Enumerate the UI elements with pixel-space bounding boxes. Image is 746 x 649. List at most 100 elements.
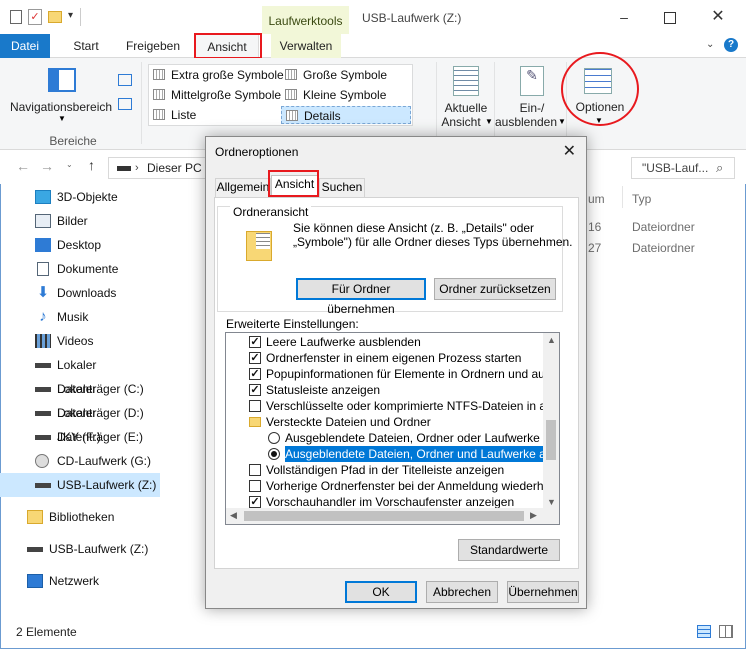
search-input[interactable]: "USB-Lauf... ⌕ [631, 157, 735, 179]
horizontal-scrollbar[interactable]: ◀ ▶ [226, 508, 559, 524]
sidebar-item-usb-drive[interactable]: USB-Laufwerk (Z:) [0, 473, 160, 497]
sidebar-item-drive-e[interactable]: Lokaler Datenträger (E:) [0, 401, 160, 444]
column-header-date[interactable]: um [588, 192, 605, 206]
scroll-right-icon[interactable]: ▶ [530, 510, 537, 521]
tab-file[interactable]: Datei [0, 34, 50, 58]
sidebar-item-music[interactable]: ♪ Musik [0, 305, 160, 329]
sidebar-item-drive-d[interactable]: Lokaler Datenträger (D:) [0, 377, 160, 420]
apply-to-folders-button[interactable]: Für Ordner übernehmen [296, 278, 426, 316]
customize-quick-access-icon[interactable]: ▾ [68, 10, 73, 21]
tab-general[interactable]: Allgemein [215, 178, 271, 197]
show-hide-icon[interactable]: ✎ [520, 66, 544, 96]
sidebar-item-drive-f[interactable]: JKY (F:) [0, 425, 160, 449]
current-view-icon[interactable] [453, 66, 479, 96]
cancel-button[interactable]: Abbrechen [426, 581, 498, 603]
vertical-scrollbar[interactable]: ▲ ▼ [543, 333, 559, 509]
list-item[interactable]: Verschlüsselte oder komprimierte NTFS-Da… [226, 398, 546, 414]
radio-button[interactable] [268, 432, 280, 444]
row-type-1: Dateiordner [632, 220, 695, 234]
checkbox[interactable]: ✓ [249, 336, 261, 348]
list-item[interactable]: Vollständigen Pfad in der Titelleiste an… [226, 462, 546, 478]
restore-defaults-button[interactable]: Standardwerte [458, 539, 560, 561]
sidebar-item-cd-drive[interactable]: CD-Laufwerk (G:) [0, 449, 160, 473]
list-item[interactable]: Vorherige Ordnerfenster bei der Anmeldun… [226, 478, 546, 494]
sidebar-item-downloads[interactable]: ⬇ Downloads [0, 281, 160, 305]
sidebar-item-videos[interactable]: Videos [0, 329, 160, 353]
checkbox[interactable] [249, 400, 261, 412]
layout-extra-large-icons[interactable]: Extra große Symbole [153, 66, 284, 84]
scroll-left-icon[interactable]: ◀ [230, 510, 237, 521]
scroll-up-icon[interactable]: ▲ [547, 335, 556, 345]
current-view-label-2: Ansicht [441, 115, 481, 129]
context-tab-drive-tools: Laufwerktools [262, 6, 349, 34]
quick-access-icon[interactable] [10, 10, 22, 24]
address-bar[interactable]: › Dieser PC [108, 157, 208, 179]
navigation-pane-button[interactable]: Navigationsbereich [8, 100, 114, 114]
checkbox[interactable] [249, 464, 261, 476]
apply-button[interactable]: Übernehmen [507, 581, 579, 603]
navigation-pane-icon[interactable] [48, 68, 76, 92]
show-hide-button[interactable]: Ein-/ [504, 101, 560, 115]
sidebar-item-desktop[interactable]: Desktop [0, 233, 160, 257]
tab-home[interactable]: Start [63, 34, 109, 58]
advanced-settings-list[interactable]: ✓ Leere Laufwerke ausblenden ✓ Ordnerfenst… [225, 332, 560, 525]
checkbox[interactable]: ✓ [249, 368, 261, 380]
new-folder-icon[interactable] [48, 11, 62, 23]
expand-ribbon-icon[interactable]: ⌄ [706, 39, 714, 50]
back-icon[interactable]: ← [16, 158, 30, 174]
sidebar-item-network[interactable]: Netzwerk [0, 569, 160, 593]
checkbox[interactable]: ✓ [249, 384, 261, 396]
drive-icon [35, 435, 51, 440]
details-view-icon[interactable] [697, 625, 711, 638]
scroll-thumb[interactable] [546, 420, 556, 460]
current-view-button[interactable]: Aktuelle [438, 101, 494, 115]
layout-small-icons[interactable]: Kleine Symbole [285, 86, 386, 104]
reset-folders-button[interactable]: Ordner zurücksetzen [434, 278, 556, 300]
row-date-2: 27 [588, 241, 602, 255]
layout-list[interactable]: Liste [153, 106, 196, 124]
recent-locations-icon[interactable]: ⌄ [66, 160, 73, 169]
checkbox[interactable] [249, 480, 261, 492]
minimize-icon[interactable]: – [616, 10, 632, 26]
scroll-thumb[interactable] [244, 511, 524, 521]
sidebar-item-libraries[interactable]: Bibliotheken [0, 505, 160, 529]
close-icon[interactable]: ✕ [710, 9, 726, 26]
list-item[interactable]: Ausgeblendete Dateien, Ordner oder Laufw… [226, 430, 546, 446]
properties-icon[interactable]: ✓ [28, 9, 42, 25]
ok-button[interactable]: OK [345, 581, 417, 603]
tab-manage[interactable]: Verwalten [271, 34, 341, 58]
sidebar-item-drive-c[interactable]: Lokaler Datenträger (C:) [0, 353, 160, 396]
preview-pane-icon[interactable] [118, 74, 132, 86]
details-pane-icon[interactable] [118, 98, 132, 110]
up-icon[interactable]: ↑ [88, 157, 95, 173]
drive-icon [35, 411, 51, 416]
sidebar-item-usb[interactable]: USB-Laufwerk (Z:) [0, 537, 160, 561]
list-item[interactable]: ✓ Leere Laufwerke ausblenden [226, 334, 546, 350]
help-icon[interactable]: ? [724, 38, 738, 52]
tab-share[interactable]: Freigeben [119, 34, 187, 58]
list-item[interactable]: ✓ Statusleiste anzeigen [226, 382, 546, 398]
radio-button[interactable] [268, 448, 280, 460]
layout-details[interactable]: Details [281, 106, 411, 124]
layout-large-icons[interactable]: Große Symbole [285, 66, 387, 84]
tab-search[interactable]: Suchen [319, 178, 365, 197]
large-icons-view-icon[interactable] [719, 625, 733, 638]
list-item[interactable]: ✓ Popupinformationen für Elemente in Ordn… [226, 366, 546, 382]
list-item-selected[interactable]: Ausgeblendete Dateien, Ordner und Laufwe… [226, 446, 546, 462]
scroll-down-icon[interactable]: ▼ [547, 497, 556, 507]
sidebar-item-3d-objects[interactable]: 3D-Objekte [0, 185, 160, 209]
checkbox[interactable]: ✓ [249, 496, 261, 508]
cd-icon [35, 454, 49, 468]
forward-icon[interactable]: → [40, 158, 54, 174]
layout-gallery: Extra große Symbole Große Symbole Mittel… [148, 64, 413, 126]
sidebar-item-documents[interactable]: Dokumente [0, 257, 160, 281]
status-bar-count: 2 Elemente [16, 625, 77, 639]
checkbox[interactable]: ✓ [249, 352, 261, 364]
maximize-icon[interactable] [664, 12, 676, 24]
sidebar-item-pictures[interactable]: Bilder [0, 209, 160, 233]
list-item[interactable]: ✓ Ordnerfenster in einem eigenen Prozess … [226, 350, 546, 366]
close-icon[interactable]: ✕ [563, 141, 576, 161]
column-header-type[interactable]: Typ [632, 192, 651, 206]
drive-icon [117, 166, 131, 171]
layout-medium-icons[interactable]: Mittelgroße Symbole [153, 86, 281, 104]
